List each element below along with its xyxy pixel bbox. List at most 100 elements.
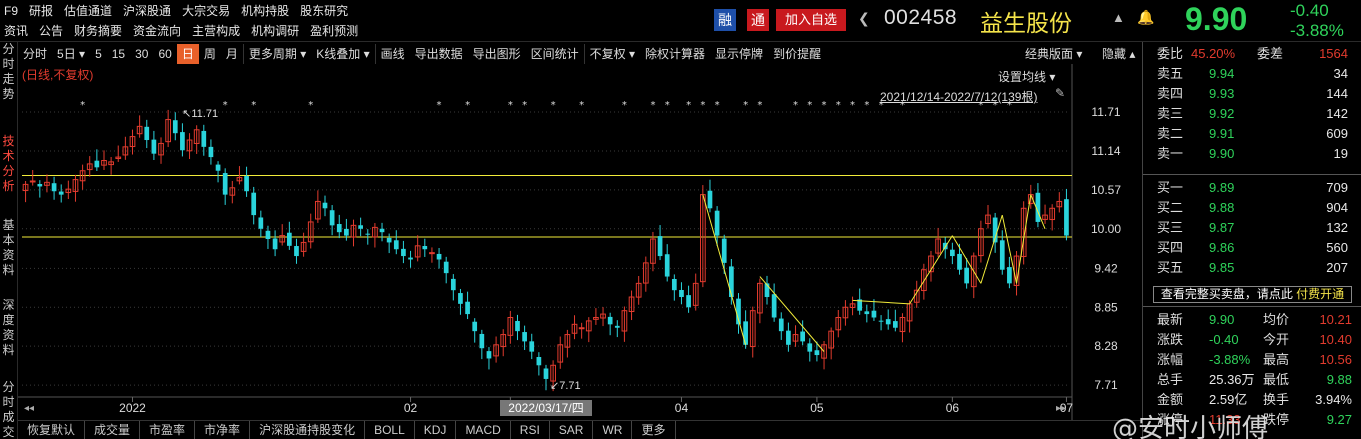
- indicator-tab[interactable]: RSI: [511, 421, 550, 439]
- next-stock-arrow-icon[interactable]: ▲: [1112, 10, 1125, 25]
- indicator-tab[interactable]: BOLL: [365, 421, 415, 439]
- order-book-price: 9.85: [1209, 260, 1235, 275]
- prev-stock-arrow-icon[interactable]: ❮: [858, 10, 870, 27]
- order-book-row[interactable]: 卖四 9.93 144: [1143, 84, 1361, 104]
- tab-tick-trades[interactable]: 分时成交: [0, 380, 17, 439]
- indicator-tab[interactable]: 恢复默认: [18, 421, 86, 439]
- kline-chart[interactable]: 11.71 11.14 10.57 10.00 9.42 8.85 8.28 7.71 * * * *…: [18, 64, 1142, 420]
- hide-panel-button[interactable]: 隐藏 ▴: [1102, 44, 1135, 64]
- event-marker: *: [508, 100, 513, 111]
- top-menu-item[interactable]: 大宗交易: [182, 2, 230, 20]
- toolbar-item[interactable]: 30: [130, 44, 153, 64]
- quote-stat-lv: 2.59亿: [1209, 392, 1248, 407]
- y-tick-label: 11.71: [1091, 105, 1120, 119]
- tab-time-sharing[interactable]: 分时走势: [0, 42, 17, 102]
- toolbar-item[interactable]: 5: [90, 44, 107, 64]
- order-book-row[interactable]: 卖三 9.92 142: [1143, 104, 1361, 124]
- toolbar-item[interactable]: 15: [107, 44, 130, 64]
- candle-body: [208, 146, 214, 158]
- order-book-price: 9.89: [1209, 180, 1235, 195]
- y-tick-label: 10.00: [1091, 222, 1121, 236]
- paid-activation-link[interactable]: 付费开通: [1296, 287, 1344, 301]
- top-menu-item[interactable]: 估值通道: [64, 2, 112, 20]
- order-book-row[interactable]: 卖一 9.90 19: [1143, 144, 1361, 164]
- crosshair-date: 2022/03/17/四: [508, 401, 583, 415]
- top-menu-item[interactable]: 研报: [29, 2, 53, 20]
- top-menu-item[interactable]: 主营构成: [192, 22, 240, 40]
- bell-icon[interactable]: 🔔: [1137, 9, 1154, 26]
- toolbar-item[interactable]: 60: [153, 44, 176, 64]
- candle-body: [450, 278, 456, 291]
- order-book-row[interactable]: 买二 9.88 904: [1143, 198, 1361, 218]
- stock-connect-badge[interactable]: 通: [747, 9, 769, 31]
- toolbar-item[interactable]: 分时: [18, 44, 52, 64]
- order-book-row[interactable]: 卖五 9.94 34: [1143, 64, 1361, 84]
- top-menu-item[interactable]: F9: [4, 2, 18, 20]
- candle-body: [29, 180, 36, 183]
- tab-basic-info[interactable]: 基本资料: [0, 218, 17, 278]
- toolbar-item[interactable]: 画线: [374, 44, 410, 64]
- pin-icon[interactable]: ✎: [1055, 86, 1065, 100]
- tab-technical-analysis[interactable]: 技术分析: [0, 134, 17, 194]
- toolbar-item[interactable]: 到价提醒: [768, 44, 826, 64]
- top-menu-item[interactable]: 机构持股: [241, 2, 289, 20]
- indicator-tab[interactable]: 市净率: [195, 421, 251, 439]
- top-menu-item[interactable]: 盈利预测: [310, 22, 358, 40]
- toolbar-item[interactable]: 更多周期 ▾: [242, 44, 311, 64]
- top-menu-item[interactable]: 资金流向: [133, 22, 181, 40]
- add-to-watchlist-button[interactable]: 加入自选: [776, 9, 846, 31]
- event-marker: *: [757, 100, 762, 111]
- event-marker: *: [551, 100, 556, 111]
- toolbar-item[interactable]: 导出图形: [468, 44, 526, 64]
- top-menu-item[interactable]: 财务摘要: [74, 22, 122, 40]
- indicator-tab[interactable]: 更多: [632, 421, 676, 439]
- toolbar-item[interactable]: K线叠加 ▾: [311, 44, 374, 64]
- indicator-tab[interactable]: 市盈率: [140, 421, 196, 439]
- indicator-tab[interactable]: WR: [593, 421, 633, 439]
- toolbar-item[interactable]: 显示停牌: [710, 44, 768, 64]
- candle-body: [37, 184, 43, 187]
- order-book-row[interactable]: 买三 9.87 132: [1143, 218, 1361, 238]
- toolbar-item[interactable]: 除权计算器: [640, 44, 710, 64]
- top-menu-item[interactable]: 公告: [39, 22, 63, 40]
- indicator-tab[interactable]: 沪深股通持股变化: [250, 421, 366, 439]
- classic-layout-dropdown[interactable]: 经典版面 ▾: [1025, 44, 1082, 64]
- event-marker: *: [850, 100, 855, 111]
- event-marker: *: [622, 100, 627, 111]
- ma-settings-dropdown[interactable]: 设置均线 ▾: [998, 68, 1055, 85]
- order-book-row[interactable]: 卖二 9.91 609: [1143, 124, 1361, 144]
- tab-deep-info[interactable]: 深度资料: [0, 298, 17, 358]
- order-ratio-row: 委比 45.20% 委差 1564: [1143, 44, 1361, 64]
- kline-chart-area[interactable]: 11.71 11.14 10.57 10.00 9.42 8.85 8.28 7.71 * * * *…: [18, 64, 1142, 420]
- toolbar-item[interactable]: 不复权 ▾: [583, 44, 640, 64]
- chart-date-range[interactable]: 2021/12/14-2022/7/12(139根): [880, 88, 1037, 105]
- event-marker: *: [251, 100, 256, 111]
- candle-body: [479, 333, 485, 349]
- event-marker: *: [807, 100, 812, 111]
- order-book-row[interactable]: 买五 9.85 207: [1143, 258, 1361, 278]
- indicator-tab[interactable]: MACD: [456, 421, 511, 439]
- top-menu-item[interactable]: 股东研究: [300, 2, 348, 20]
- top-menu-item[interactable]: 沪深股通: [123, 2, 171, 20]
- top-menu-item[interactable]: 机构调研: [251, 22, 299, 40]
- order-book-row[interactable]: 买一 9.89 709: [1143, 178, 1361, 198]
- margin-trading-badge[interactable]: 融: [714, 9, 736, 31]
- event-marker: *: [437, 100, 442, 111]
- quote-stat-lv: 9.90: [1209, 312, 1235, 327]
- full-order-book-link[interactable]: 查看完整买卖盘，请点此 付费开通: [1153, 286, 1352, 303]
- candle-body: [864, 311, 870, 315]
- candle-body: [578, 327, 585, 330]
- toolbar-item[interactable]: 5日 ▾: [52, 44, 90, 64]
- order-book-row[interactable]: 买四 9.86 560: [1143, 238, 1361, 258]
- toolbar-item[interactable]: 周: [199, 44, 221, 64]
- top-menu-item[interactable]: 资讯: [4, 22, 28, 40]
- toolbar-item[interactable]: 日: [176, 44, 199, 64]
- order-book-label: 卖五: [1157, 66, 1184, 81]
- indicator-tab[interactable]: KDJ: [415, 421, 457, 439]
- candle-body: [664, 254, 670, 277]
- toolbar-item[interactable]: 导出数据: [410, 44, 468, 64]
- toolbar-item[interactable]: 月: [221, 44, 243, 64]
- toolbar-item[interactable]: 区间统计: [526, 44, 584, 64]
- indicator-tab[interactable]: 成交量: [85, 421, 141, 439]
- indicator-tab[interactable]: SAR: [550, 421, 594, 439]
